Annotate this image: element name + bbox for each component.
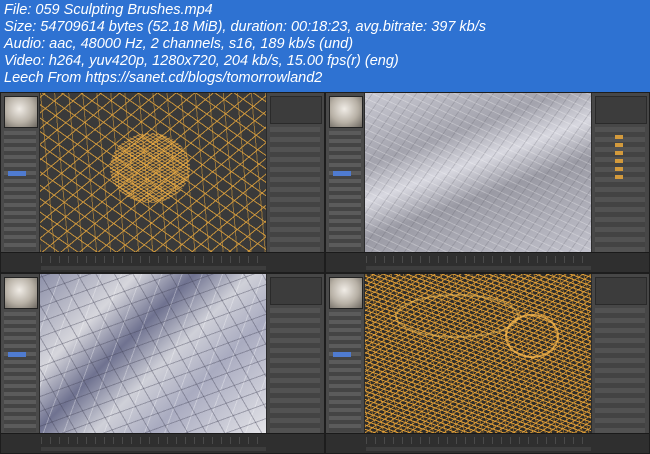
- tool-options: [329, 131, 361, 251]
- 3d-viewport-wireframe: [40, 93, 266, 253]
- timeline-bar: [41, 447, 266, 451]
- tool-shelf: [1, 274, 40, 453]
- timeline: [326, 433, 649, 453]
- thumbnail-frame-4[interactable]: [326, 274, 649, 453]
- source-link-line: Leech From https://sanet.cd/blogs/tomorr…: [4, 70, 323, 86]
- properties-panel: [266, 274, 324, 453]
- file-info-header: File: 059 Sculpting Brushes.mp4 Size: 54…: [0, 0, 650, 92]
- brush-preview-icon: [329, 96, 363, 128]
- timeline-bar: [41, 266, 266, 270]
- video-info-line: Video: h264, yuv420p, 1280x720, 204 kb/s…: [4, 53, 399, 69]
- properties-panel: [591, 274, 649, 453]
- thumbnail-frame-2[interactable]: [326, 93, 649, 272]
- tool-options: [4, 312, 36, 432]
- tool-shelf: [326, 93, 365, 272]
- audio-info-line: Audio: aac, 48000 Hz, 2 channels, s16, 1…: [4, 36, 354, 52]
- thumbnail-grid: [0, 92, 650, 454]
- tool-shelf: [326, 274, 365, 453]
- property-rows: [270, 308, 320, 438]
- outliner: [270, 96, 322, 124]
- timeline-bar: [366, 266, 591, 270]
- timeline: [1, 252, 324, 272]
- outliner: [595, 277, 647, 305]
- file-size-line: Size: 54709614 bytes (52.18 MiB), durati…: [4, 19, 487, 35]
- tool-options: [329, 312, 361, 432]
- 3d-viewport-solid: [365, 93, 591, 253]
- timeline: [326, 252, 649, 272]
- timeline-ruler: [41, 256, 266, 263]
- brush-preview-icon: [329, 277, 363, 309]
- outliner: [595, 96, 647, 124]
- tool-shelf: [1, 93, 40, 272]
- mesh-swirl: [395, 294, 519, 338]
- property-tab-icons: [615, 135, 623, 179]
- properties-panel: [266, 93, 324, 272]
- thumbnail-frame-1[interactable]: [1, 93, 324, 272]
- thumbnail-frame-3[interactable]: [1, 274, 324, 453]
- property-rows: [595, 308, 645, 438]
- 3d-viewport-lowpoly: [40, 274, 266, 434]
- outliner: [270, 277, 322, 305]
- property-rows: [595, 127, 645, 257]
- properties-panel: [591, 93, 649, 272]
- file-name-line: File: 059 Sculpting Brushes.mp4: [4, 2, 213, 18]
- brush-preview-icon: [4, 96, 38, 128]
- brush-preview-icon: [4, 277, 38, 309]
- dense-mesh-region: [110, 133, 190, 203]
- timeline-bar: [366, 447, 591, 451]
- 3d-viewport-dense-wireframe: [365, 274, 591, 434]
- timeline-ruler: [366, 437, 591, 444]
- property-rows: [270, 127, 320, 257]
- tool-options: [4, 131, 36, 251]
- timeline-ruler: [366, 256, 591, 263]
- timeline-ruler: [41, 437, 266, 444]
- timeline: [1, 433, 324, 453]
